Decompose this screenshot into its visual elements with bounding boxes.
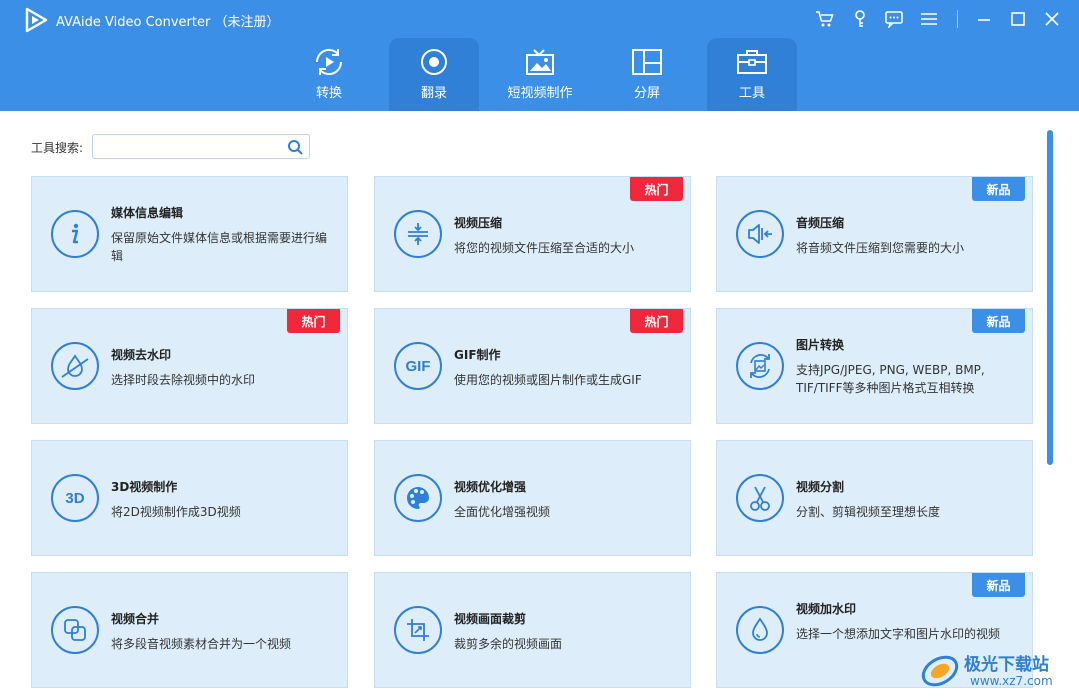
tool-title: 视频压缩: [454, 216, 503, 230]
scissors-icon: [736, 474, 784, 522]
tool-title: 音频压缩: [796, 216, 845, 230]
tool-title: 媒体信息编辑: [111, 206, 184, 220]
search-label: 工具搜索:: [31, 141, 84, 155]
chat-icon[interactable]: [882, 7, 906, 31]
tool-desc: 选择一个想添加文字和图片水印的视频: [796, 627, 1001, 641]
3d-icon: 3D: [51, 474, 99, 522]
rip-icon: [421, 49, 447, 75]
new-badge: 新品: [972, 573, 1025, 597]
tool-title: 视频去水印: [111, 348, 172, 362]
tool-desc: 保留原始文件媒体信息或根据需要进行编辑: [111, 231, 328, 263]
tool-desc: 将多段音视频素材合并为一个视频: [111, 637, 292, 651]
convert-icon: [315, 48, 343, 76]
tool-desc: 全面优化增强视频: [454, 505, 551, 519]
tab-split-screen-label: 分屏: [633, 86, 660, 101]
site-watermark-text: 极光下载站: [964, 655, 1049, 675]
tool-card-video-merge[interactable]: 视频合并 将多段音视频素材合并为一个视频: [31, 572, 348, 688]
tool-card-video-crop[interactable]: 视频画面裁剪 裁剪多余的视频画面: [374, 572, 691, 688]
tool-card-gif-maker[interactable]: 热门 GIF GIF制作 使用您的视频或图片制作或生成GIF: [374, 308, 691, 424]
scrollbar[interactable]: [1047, 130, 1053, 465]
maximize-icon[interactable]: [1006, 7, 1030, 31]
tool-card-image-convert[interactable]: 新品 图片转换 支持JPG/JPEG, PNG, WEBP, BMP, TIF/…: [716, 308, 1033, 424]
tab-short-video[interactable]: 短视频制作: [497, 38, 583, 111]
app-logo-icon: [25, 7, 48, 33]
tool-card-video-split[interactable]: 视频分割 分割、剪辑视频至理想长度: [716, 440, 1033, 556]
tool-desc: 将音频文件压缩到您需要的大小: [796, 241, 965, 255]
tool-card-media-info[interactable]: 媒体信息编辑 保留原始文件媒体信息或根据需要进行编辑: [31, 176, 348, 292]
tool-title: 3D视频制作: [111, 480, 178, 494]
menu-icon[interactable]: [917, 7, 941, 31]
tab-tools-label: 工具: [738, 86, 765, 101]
audio-compress-icon: [736, 210, 784, 258]
new-badge: 新品: [972, 177, 1025, 201]
add-watermark-icon: [736, 606, 784, 654]
tab-rip-label: 翻录: [420, 86, 447, 101]
tool-card-video-compress[interactable]: 热门 视频压缩 将您的视频文件压缩至合适的大小: [374, 176, 691, 292]
tool-desc: 使用您的视频或图片制作或生成GIF: [454, 373, 642, 387]
tool-title: GIF制作: [454, 348, 501, 362]
tool-desc: 分割、剪辑视频至理想长度: [796, 505, 941, 519]
tab-convert[interactable]: 转换: [286, 38, 372, 111]
tool-title: 视频分割: [796, 480, 845, 494]
cart-icon[interactable]: [813, 7, 837, 31]
remove-watermark-icon: [51, 342, 99, 390]
tool-title: 视频画面裁剪: [454, 612, 527, 626]
close-icon[interactable]: [1040, 7, 1064, 31]
site-watermark-url: www.xz7.com: [970, 674, 1053, 688]
search-input[interactable]: [97, 137, 282, 156]
palette-icon: [394, 474, 442, 522]
toolbox-icon: [737, 50, 767, 74]
tool-title: 视频合并: [111, 612, 160, 626]
tool-desc: 支持JPG/JPEG, PNG, WEBP, BMP, TIF/TIFF等多种图…: [796, 363, 985, 395]
image-convert-icon: [736, 342, 784, 390]
title-bar: AVAide Video Converter （未注册） 转换 翻录 短视频制作…: [0, 0, 1079, 111]
tool-card-remove-watermark[interactable]: 热门 视频去水印 选择时段去除视频中的水印: [31, 308, 348, 424]
info-icon: [51, 210, 99, 258]
hot-badge: 热门: [630, 177, 683, 201]
tab-short-video-label: 短视频制作: [507, 86, 573, 101]
tab-convert-label: 转换: [315, 86, 342, 101]
compress-icon: [394, 210, 442, 258]
tool-title: 视频优化增强: [454, 480, 527, 494]
toolbar-divider: [957, 10, 958, 28]
site-watermark-logo-icon: [921, 655, 959, 687]
tool-title: 图片转换: [796, 338, 845, 352]
crop-icon: [394, 606, 442, 654]
tool-title: 视频加水印: [796, 602, 857, 616]
tool-desc: 将您的视频文件压缩至合适的大小: [454, 241, 635, 255]
tool-desc: 将2D视频制作成3D视频: [111, 505, 241, 519]
tab-tools[interactable]: 工具: [707, 38, 797, 111]
split-screen-icon: [632, 49, 662, 75]
search-box: [92, 134, 310, 159]
new-badge: 新品: [972, 309, 1025, 333]
hot-badge: 热门: [630, 309, 683, 333]
tool-card-video-enhance[interactable]: 视频优化增强 全面优化增强视频: [374, 440, 691, 556]
app-title: AVAide Video Converter （未注册）: [56, 15, 280, 30]
tab-split-screen[interactable]: 分屏: [604, 38, 690, 111]
search-icon[interactable]: [287, 139, 303, 155]
short-video-icon: [526, 49, 554, 75]
hot-badge: 热门: [287, 309, 340, 333]
tool-card-3d-video[interactable]: 3D 3D视频制作 将2D视频制作成3D视频: [31, 440, 348, 556]
tab-rip[interactable]: 翻录: [389, 38, 479, 111]
site-watermark: 极光下载站 www.xz7.com: [918, 646, 1076, 696]
tool-desc: 选择时段去除视频中的水印: [111, 373, 256, 387]
minimize-icon[interactable]: [972, 7, 996, 31]
merge-icon: [51, 606, 99, 654]
key-icon[interactable]: [848, 7, 872, 31]
tool-desc: 裁剪多余的视频画面: [454, 637, 563, 651]
tool-card-audio-compress[interactable]: 新品 音频压缩 将音频文件压缩到您需要的大小: [716, 176, 1033, 292]
gif-icon: GIF: [394, 342, 442, 390]
